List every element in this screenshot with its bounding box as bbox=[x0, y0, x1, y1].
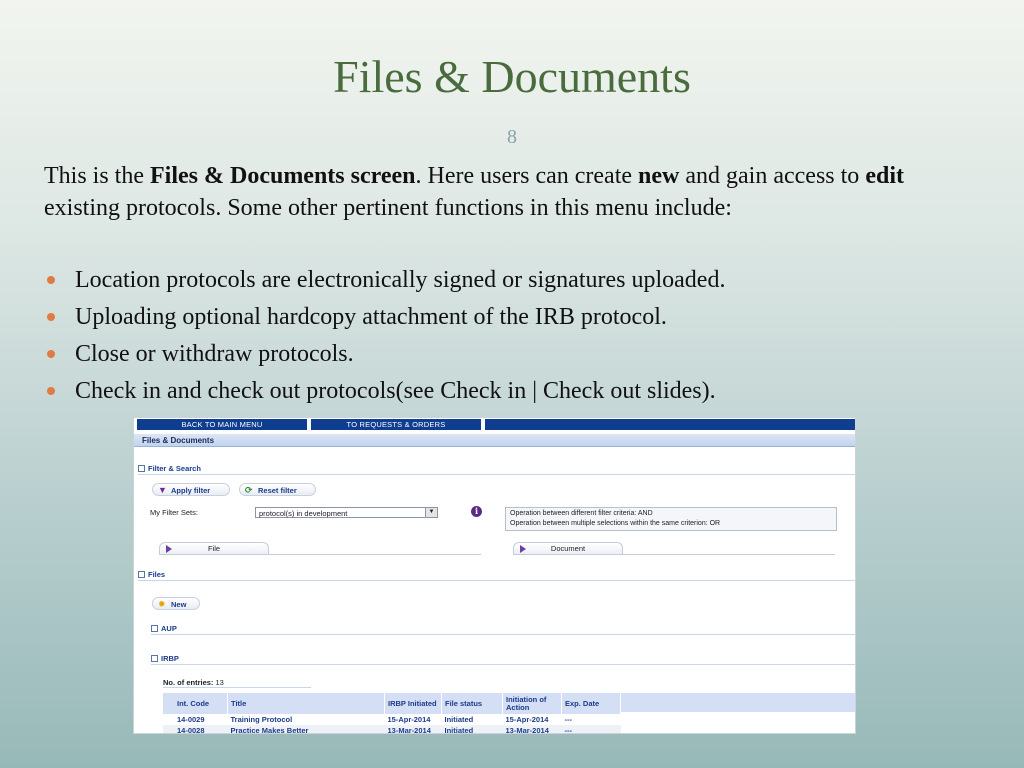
files-table: Int. Code Title IRBP Initiated File stat… bbox=[163, 693, 621, 733]
col-header[interactable]: Exp. Date bbox=[561, 693, 621, 714]
intro-bold-3: edit bbox=[865, 163, 904, 189]
app-screenshot: BACK TO MAIN MENU TO REQUESTS & ORDERS F… bbox=[133, 417, 856, 734]
new-button[interactable]: ✹ New bbox=[152, 597, 200, 610]
intro-paragraph: This is the Files & Documents screen. He… bbox=[44, 160, 984, 224]
cell-action: 15-Apr-2014 bbox=[505, 715, 549, 724]
filter-section-label: Filter & Search bbox=[148, 464, 201, 473]
reset-filter-button[interactable]: ⟳ Reset filter bbox=[239, 483, 316, 496]
divider bbox=[163, 687, 311, 688]
page-header: Files & Documents bbox=[134, 434, 855, 447]
info-line: Operation between multiple selections wi… bbox=[510, 520, 721, 527]
table-row[interactable]: 14-0029 Training Protocol 15-Apr-2014 In… bbox=[163, 714, 621, 725]
divider bbox=[138, 474, 855, 475]
table-row[interactable]: 14-0028 Practice Makes Better 13-Mar-201… bbox=[163, 725, 621, 733]
entries-count: No. of entries: 13 bbox=[163, 678, 224, 687]
tab-document[interactable]: Document bbox=[513, 542, 623, 554]
apply-filter-label: Apply filter bbox=[171, 486, 211, 495]
aup-section-toggle[interactable]: AUP bbox=[151, 624, 177, 633]
apply-filter-button[interactable]: ▼ Apply filter bbox=[152, 483, 230, 496]
slide-number: 8 bbox=[507, 126, 517, 148]
slide-title: Files & Documents bbox=[333, 51, 691, 102]
chevron-down-icon: ▼ bbox=[425, 508, 437, 517]
collapse-icon bbox=[138, 464, 145, 472]
refresh-icon: ⟳ bbox=[245, 485, 253, 495]
cell-action: 13-Mar-2014 bbox=[502, 725, 562, 733]
bullet-item: Location protocols are electronically si… bbox=[44, 262, 984, 299]
divider bbox=[513, 554, 835, 555]
divider bbox=[159, 554, 481, 555]
divider bbox=[151, 664, 855, 665]
cell-title[interactable]: Training Protocol bbox=[228, 714, 385, 725]
funnel-icon: ▼ bbox=[158, 485, 167, 495]
irbp-section-toggle[interactable]: IRBP bbox=[151, 654, 179, 663]
info-line: Operation between different filter crite… bbox=[510, 510, 653, 517]
cell-initiated: 13-Mar-2014 bbox=[384, 725, 442, 733]
divider bbox=[138, 580, 855, 581]
info-icon[interactable]: i bbox=[471, 506, 482, 517]
filter-section-toggle[interactable]: Filter & Search bbox=[138, 464, 201, 473]
bullet-item: Check in and check out protocols(see Che… bbox=[44, 373, 984, 410]
bullet-list: Location protocols are electronically si… bbox=[44, 262, 984, 410]
tab-file[interactable]: File bbox=[159, 542, 269, 554]
intro-text-1: This is the bbox=[44, 163, 150, 189]
filter-sets-value: protocol(s) in development bbox=[259, 509, 348, 518]
nav-spacer bbox=[485, 419, 855, 430]
to-requests-orders-button[interactable]: TO REQUESTS & ORDERS bbox=[311, 419, 481, 430]
expand-icon bbox=[151, 624, 158, 632]
collapse-icon bbox=[138, 570, 145, 578]
cell-status: Initiated bbox=[444, 715, 474, 724]
cell-status: Initiated bbox=[441, 725, 503, 733]
files-section-toggle[interactable]: Files bbox=[138, 570, 165, 579]
collapse-icon bbox=[151, 654, 158, 662]
back-to-main-menu-button[interactable]: BACK TO MAIN MENU bbox=[137, 419, 307, 430]
table-header-row: Int. Code Title IRBP Initiated File stat… bbox=[163, 693, 621, 714]
filter-info-box: Operation between different filter crite… bbox=[505, 507, 837, 531]
cell-exp: --- bbox=[561, 725, 621, 733]
intro-text-4: existing protocols. Some other pertinent… bbox=[44, 195, 732, 221]
bullet-item: Close or withdraw protocols. bbox=[44, 336, 984, 373]
entries-label: No. of entries: bbox=[163, 678, 214, 687]
top-nav: BACK TO MAIN MENU TO REQUESTS & ORDERS bbox=[134, 418, 855, 431]
cell-code[interactable]: 14-0028 bbox=[163, 725, 228, 733]
cell-code[interactable]: 14-0029 bbox=[163, 714, 228, 725]
reset-filter-label: Reset filter bbox=[258, 486, 297, 495]
col-header[interactable]: File status bbox=[441, 693, 503, 714]
col-header[interactable]: Initiation of Action bbox=[502, 693, 562, 714]
filter-sets-select[interactable]: protocol(s) in development ▼ bbox=[255, 507, 438, 518]
sparkle-icon: ✹ bbox=[158, 599, 166, 609]
intro-text-2: . Here users can create bbox=[415, 163, 639, 189]
col-header[interactable]: Title bbox=[227, 693, 385, 714]
intro-bold-1: Files & Documents screen bbox=[150, 163, 416, 189]
intro-bold-2: new bbox=[638, 163, 680, 189]
col-header[interactable]: IRBP Initiated bbox=[384, 693, 442, 714]
divider bbox=[151, 634, 855, 635]
entries-value: 13 bbox=[215, 678, 224, 687]
intro-text-3: and gain access to bbox=[679, 163, 866, 189]
col-header[interactable]: Int. Code bbox=[163, 693, 228, 714]
cell-exp: --- bbox=[564, 715, 573, 724]
cell-initiated: 15-Apr-2014 bbox=[387, 715, 431, 724]
bullet-item: Uploading optional hardcopy attachment o… bbox=[44, 299, 984, 336]
filter-sets-label: My Filter Sets: bbox=[150, 508, 198, 517]
cell-title[interactable]: Practice Makes Better bbox=[227, 725, 385, 733]
